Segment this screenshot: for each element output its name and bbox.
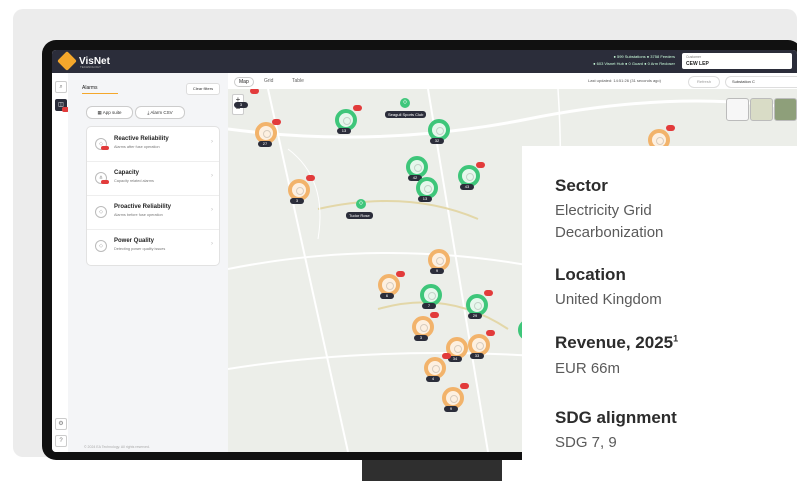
poi-pin-icon[interactable]: ⟐ [356,199,366,209]
alarm-marker-badge [476,162,485,168]
marker-count: 32 [430,138,444,144]
sector-value-line-2: Decarbonization [555,224,664,241]
left-rail: ⌕ ◫ ⚙ ? [52,73,69,452]
top-bar: VisNet TECHNOLOGY ● 599 Substations ● 37… [52,50,797,73]
marker-count: 13 [337,128,351,134]
refresh-button[interactable]: Refresh [688,76,720,88]
marker-count: 4 [426,376,440,382]
alarm-item-power-quality[interactable]: ◇ Power Quality Detecting power quality … [87,229,219,263]
marker-count: 3 [290,198,304,204]
tab-grid[interactable]: Grid [260,77,277,85]
location-value: United Kingdom [555,291,662,308]
substation-button[interactable]: Substation C [725,76,797,88]
sector-value-line-1: Electricity Grid [555,202,652,219]
chevron-right-icon: › [211,241,213,247]
alarm-item-subtitle: Detecting power quality issues [114,247,166,251]
sector-label: Sector [555,176,608,195]
alarm-marker-badge [396,271,405,277]
alarm-item-proactive-reliability[interactable]: ◇ Proactive Reliability Alarms before fu… [87,195,219,230]
alarm-marker-badge [666,125,675,131]
marker-count: 33 [470,353,484,359]
company-info-panel: Sector Electricity Grid Decarbonization … [522,146,797,481]
alarm-item-capacity[interactable]: ⋔ Capacity Capacity related alarms › [87,161,219,196]
alarm-csv-button[interactable]: ⤓ Alarm CSV [135,106,185,119]
poi-pin-icon[interactable]: ⟐ [400,98,410,108]
alarm-item-reactive-reliability[interactable]: ◇ Reactive Reliability Alarms after fuse… [87,127,219,162]
revenue-footnote: 1 [673,333,679,344]
layer-satellite[interactable] [774,98,797,121]
last-updated: Last updated: 14:51:26 (31 seconds ago) [588,78,661,83]
logo-icon [57,51,77,71]
customer-value: CEW LEP [686,61,709,67]
alarm-marker-badge [353,105,362,111]
marker-count: 43 [460,184,474,190]
alarm-marker-badge [486,330,495,336]
marker-count: 6 [380,293,394,299]
sdg-label: SDG alignment [555,408,677,427]
layer-terrain[interactable] [750,98,773,121]
alarm-marker-badge [306,175,315,181]
tab-alarms[interactable]: Alarms [82,85,98,91]
logo-subtitle: TECHNOLOGY [80,65,102,69]
alarm-marker-badge [460,383,469,389]
alarm-item-subtitle: Capacity related alarms [114,179,154,183]
alarms-panel: Alarms Clear filters ▦ App suite ⤓ Alarm… [68,73,228,452]
marker-count: 13 [418,196,432,202]
sdg-value: SDG 7, 9 [555,434,617,451]
location-label: Location [555,265,626,284]
help-icon[interactable]: ? [55,435,67,447]
chevron-right-icon: › [211,173,213,179]
marker-count: 7 [422,303,436,309]
marker-count: 29 [468,313,482,319]
revenue-label-text: Revenue, 2025 [555,333,674,352]
customer-label: Customer [686,55,702,59]
active-tab-underline [82,93,118,94]
settings-icon[interactable]: ⚙ [55,418,67,430]
alarm-marker-badge [442,353,451,359]
customer-select[interactable]: Customer CEW LEP [682,53,792,69]
app-suite-label: App suite [102,110,122,115]
revenue-value: EUR 66m [555,360,621,377]
app-suite-button[interactable]: ▦ App suite [86,106,133,119]
revenue-label: Revenue, 20251 [555,333,678,353]
alarm-item-subtitle: Alarms before fuse operation [114,213,163,217]
alarm-marker-badge [250,89,259,94]
chevron-right-icon: › [211,139,213,145]
alarm-marker-badge [484,290,493,296]
marker-count: 3 [414,335,428,341]
alarm-item-title: Reactive Reliability [114,136,169,142]
clear-filters-button[interactable]: Clear filters [186,83,220,95]
layer-default[interactable] [726,98,749,121]
copyright: © 2024 EA Technology. All rights reserve… [84,445,150,449]
alarm-categories: ◇ Reactive Reliability Alarms after fuse… [86,126,220,266]
alarm-badge [101,180,109,184]
alarm-csv-label: Alarm CSV [150,110,173,115]
view-tabs: Map Grid Table Last updated: 14:51:26 (3… [228,73,797,90]
tab-map[interactable]: Map [234,77,254,87]
shield-icon: ◇ [95,206,107,218]
shield-icon: ◇ [95,240,107,252]
alarm-marker-badge [430,312,439,318]
tab-table[interactable]: Table [288,77,308,85]
network-stats: ● 599 Substations ● 3758 Feeders ● 603 V… [593,53,675,67]
alarm-item-subtitle: Alarms after fuse operation [114,145,160,149]
alarm-badge [101,146,109,150]
alarm-marker-badge [272,119,281,125]
poi-label: Tudor Rose [346,212,373,219]
poi-label: Seagull Sports Club [385,111,427,118]
marker-count: 9 [444,406,458,412]
stats-line-1: ● 599 Substations ● 3758 Feeders [613,54,675,59]
stats-line-2: ● 603 Visnet Hub ● 0 Guard ● 0 Arm Reclo… [593,61,675,66]
search-icon[interactable]: ⌕ [55,81,67,93]
marker-count: 9 [430,268,444,274]
chevron-right-icon: › [211,207,213,213]
alarm-item-title: Proactive Reliability [114,204,172,210]
marker-count: 27 [258,141,272,147]
alarm-item-title: Capacity [114,170,140,176]
alarm-item-title: Power Quality [114,238,155,244]
marker-count: 3 [234,102,248,108]
